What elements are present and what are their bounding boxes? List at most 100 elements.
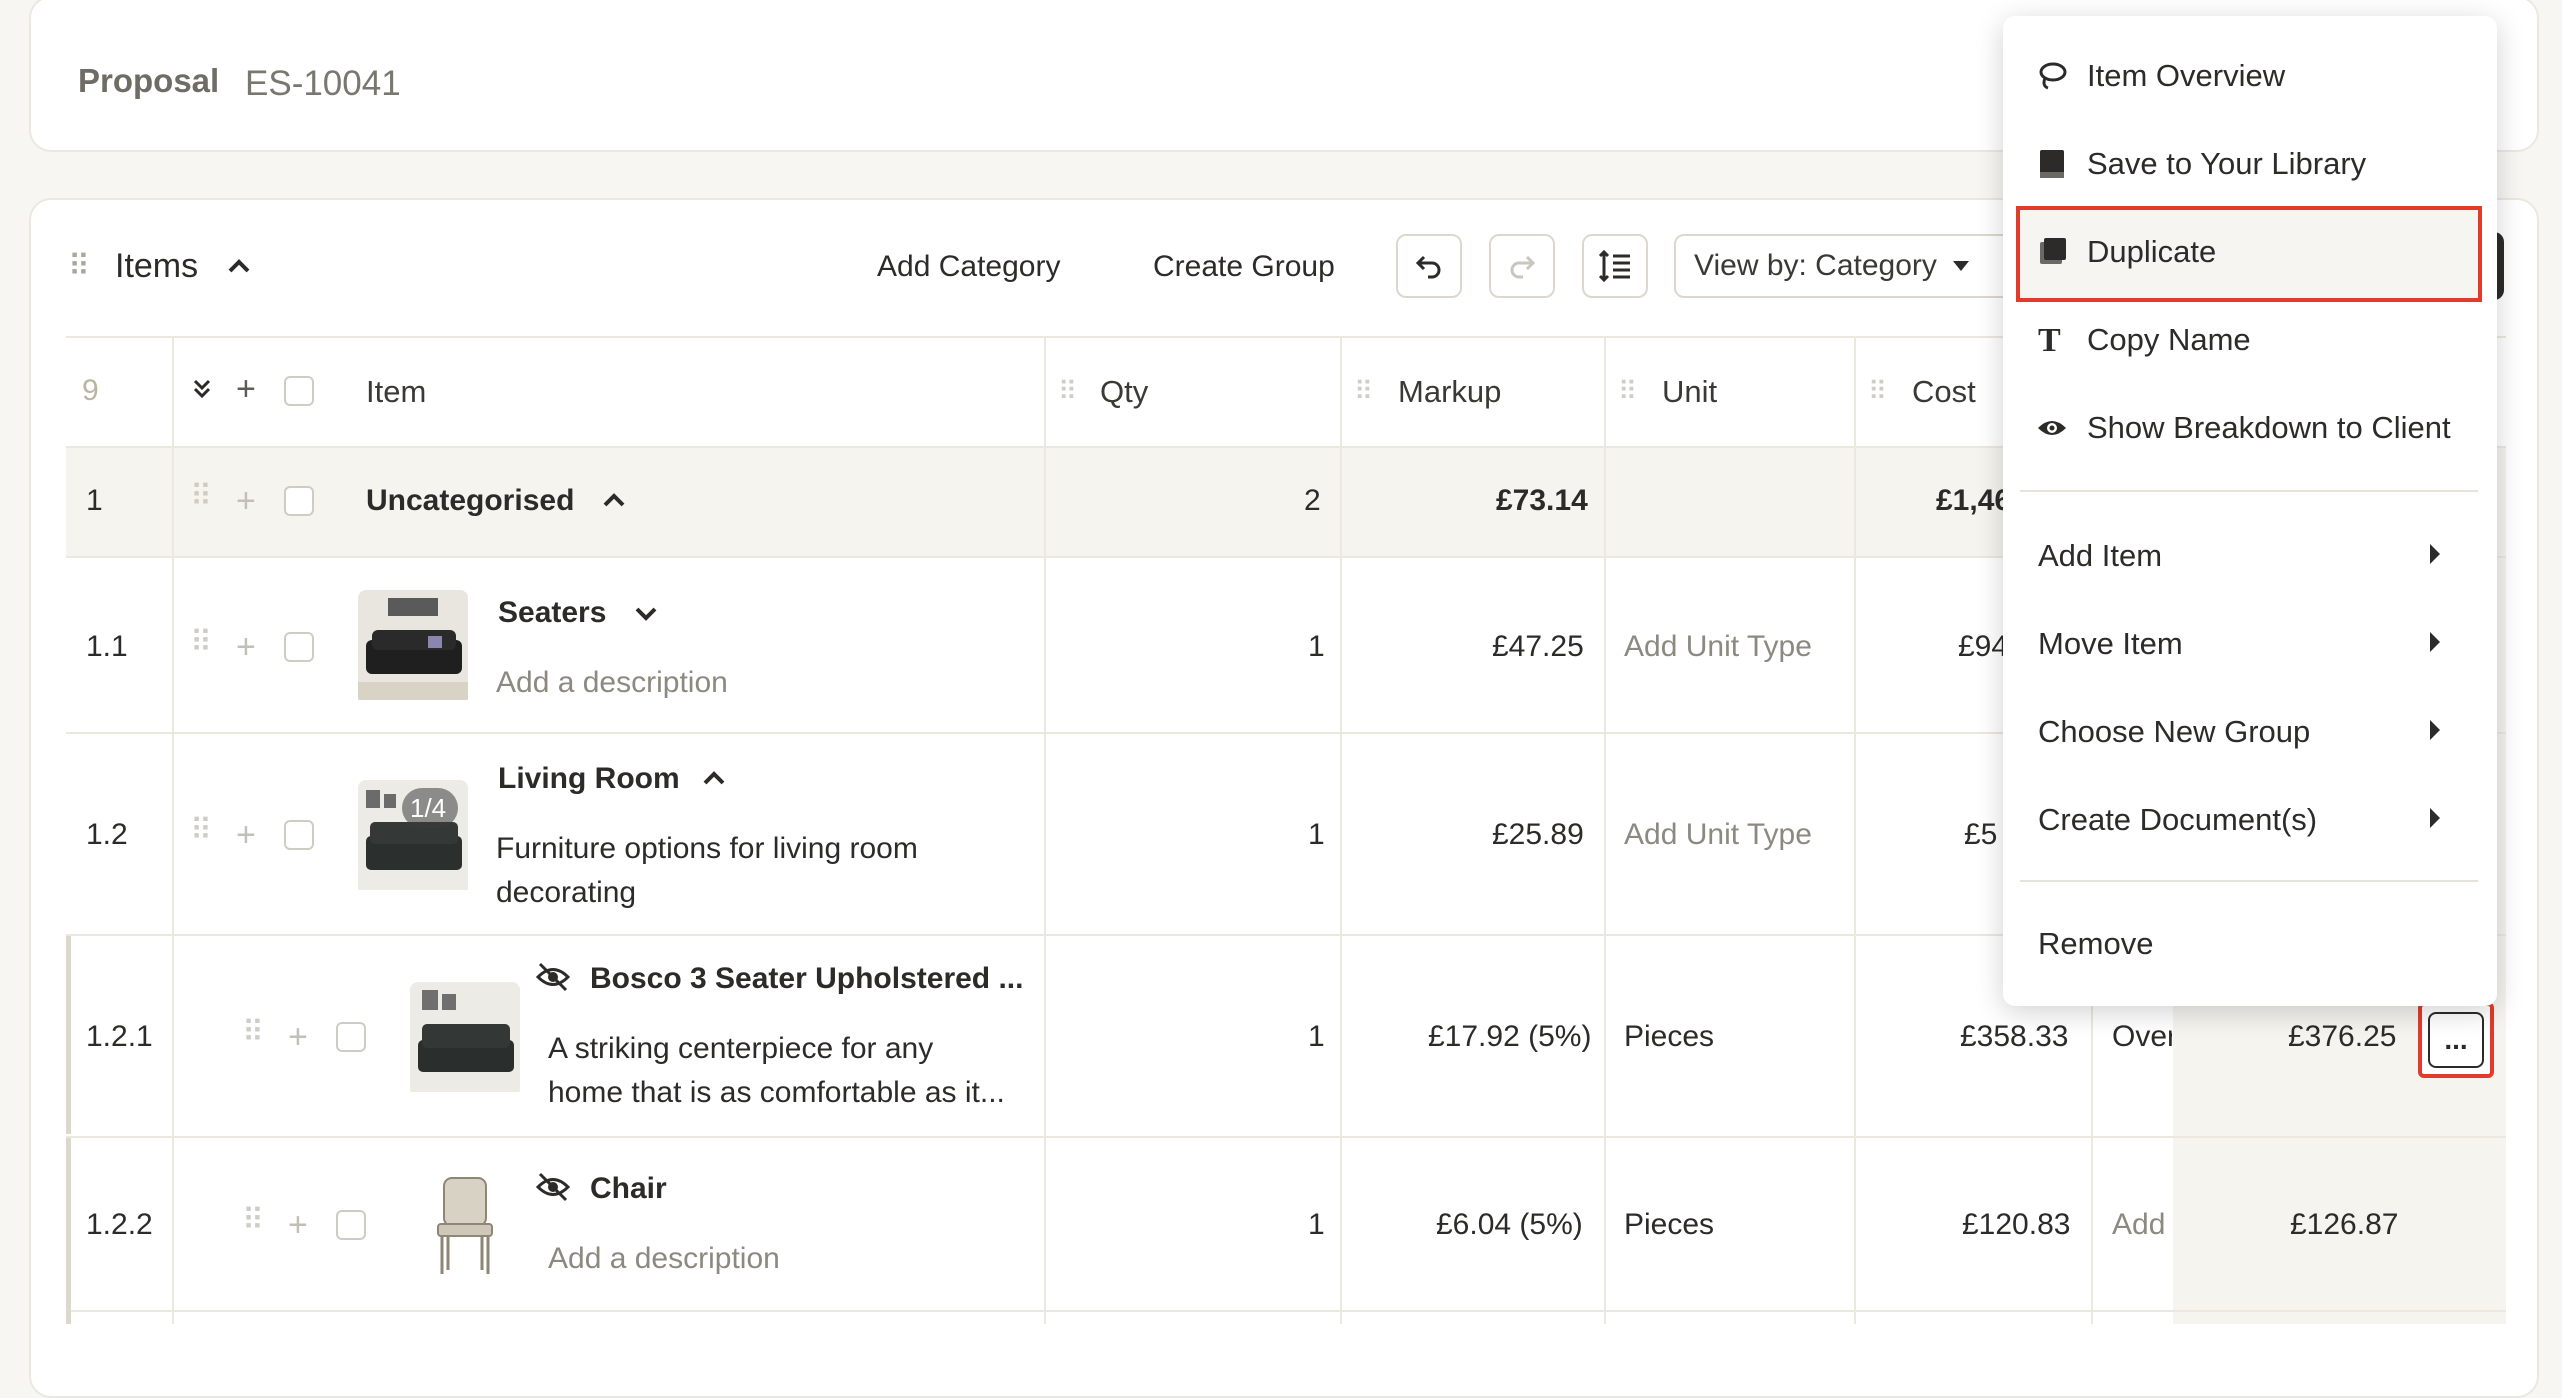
drag-handle-icon[interactable]: ⠿ [242, 1018, 264, 1048]
select-all-checkbox[interactable] [284, 376, 314, 406]
qty-cell[interactable]: 1 [1308, 630, 1325, 664]
create-group-button[interactable]: Create Group [1153, 250, 1335, 284]
column-header-unit[interactable]: Unit [1662, 374, 1717, 410]
menu-item-duplicate[interactable]: Duplicate [2087, 234, 2216, 270]
menu-item-overview[interactable]: Item Overview [2087, 58, 2285, 94]
column-header-qty[interactable]: Qty [1100, 374, 1148, 410]
truncated-cell: Over [2094, 1014, 2172, 1054]
eye-off-icon[interactable] [535, 1172, 571, 1207]
row-checkbox[interactable] [336, 1210, 366, 1240]
item-thumbnail[interactable] [410, 982, 520, 1097]
row-height-button[interactable] [1582, 234, 1648, 298]
items-title: Items [115, 247, 199, 285]
menu-item-move-item[interactable]: Move Item [2038, 626, 2183, 662]
chevron-up-icon[interactable] [700, 764, 728, 797]
markup-cell[interactable]: £73.14 [1496, 484, 1588, 518]
qty-cell[interactable]: 2 [1304, 484, 1321, 518]
view-by-value: View by: Category [1694, 249, 1937, 282]
add-row-icon[interactable]: + [236, 372, 256, 406]
column-header-cost[interactable]: Cost [1912, 374, 1976, 410]
library-icon [2038, 148, 2066, 188]
drag-handle-icon[interactable]: ⠿ [242, 1206, 264, 1236]
menu-item-save-library[interactable]: Save to Your Library [2087, 146, 2366, 182]
qty-cell[interactable]: 1 [1308, 1208, 1325, 1242]
item-description[interactable]: Add a description [496, 666, 728, 700]
text-icon: T [2038, 322, 2061, 359]
markup-cell[interactable]: £6.04 (5%) [1436, 1208, 1583, 1242]
column-drag-icon[interactable]: ⠿ [1618, 378, 1637, 404]
menu-item-create-documents[interactable]: Create Document(s) [2038, 802, 2317, 838]
add-row-icon[interactable]: + [288, 1208, 308, 1242]
cost-cell[interactable]: £1,46 [1936, 484, 2011, 518]
item-description[interactable]: Add a description [548, 1242, 780, 1276]
expand-all-icon[interactable] [190, 376, 214, 407]
group-accent-bar [66, 936, 71, 1134]
row-checkbox[interactable] [284, 632, 314, 662]
total-cell: £376.25 [2288, 1020, 2397, 1053]
more-options-icon: ... [2428, 1012, 2484, 1068]
column-drag-icon[interactable]: ⠿ [1058, 378, 1077, 404]
row-checkbox[interactable] [284, 820, 314, 850]
redo-button[interactable] [1489, 234, 1555, 298]
drag-handle-icon[interactable]: ⠿ [190, 816, 212, 846]
qty-cell[interactable]: 1 [1308, 818, 1325, 852]
item-description-line2[interactable]: home that is as comfortable as it... [548, 1076, 1005, 1110]
item-description[interactable]: Furniture options for living room [496, 832, 918, 866]
cost-cell[interactable]: £358.33 [1960, 1020, 2068, 1054]
row-number: 1.2 [86, 818, 128, 851]
column-drag-icon[interactable]: ⠿ [1868, 378, 1887, 404]
item-name[interactable]: Living Room [498, 762, 680, 796]
qty-cell[interactable]: 1 [1308, 1020, 1325, 1054]
menu-item-choose-group[interactable]: Choose New Group [2038, 714, 2310, 750]
drag-handle-icon[interactable]: ⠿ [68, 252, 90, 282]
column-header-item[interactable]: Item [366, 374, 426, 410]
markup-cell[interactable]: £47.25 [1492, 630, 1584, 664]
add-row-icon[interactable]: + [236, 484, 256, 518]
item-name[interactable]: Seaters [498, 596, 606, 630]
unit-cell[interactable]: Add Unit Type [1624, 630, 1812, 664]
undo-button[interactable] [1396, 234, 1462, 298]
item-description-line2[interactable]: decorating [496, 876, 636, 910]
menu-item-add-item[interactable]: Add Item [2038, 538, 2162, 574]
item-thumbnail[interactable] [430, 1174, 500, 1283]
item-name[interactable]: Chair [590, 1172, 667, 1206]
markup-cell[interactable]: £17.92 (5%) [1428, 1020, 1591, 1054]
chevron-up-icon[interactable] [600, 486, 628, 519]
add-row-icon[interactable]: + [236, 630, 256, 664]
chevron-down-icon[interactable] [632, 600, 660, 633]
row-checkbox[interactable] [284, 486, 314, 516]
menu-item-copy-name[interactable]: Copy Name [2087, 322, 2251, 358]
eye-icon [2036, 414, 2068, 448]
menu-item-remove[interactable]: Remove [2038, 926, 2153, 962]
markup-cell[interactable]: £25.89 [1492, 818, 1584, 852]
item-thumbnail[interactable] [358, 590, 468, 705]
add-category-button[interactable]: Add Category [877, 250, 1060, 284]
line-spacing-icon [1598, 249, 1630, 283]
truncated-cell-text: Add [2112, 1208, 2166, 1241]
menu-item-show-breakdown[interactable]: Show Breakdown to Client [2087, 410, 2451, 446]
submenu-arrow-icon [2430, 808, 2440, 828]
item-description[interactable]: A striking centerpiece for any [548, 1032, 933, 1066]
item-name[interactable]: Bosco 3 Seater Upholstered ... [590, 962, 1023, 996]
image-count-label: 1/4 [410, 793, 447, 823]
category-name[interactable]: Uncategorised [366, 484, 574, 518]
more-options-button[interactable]: ... [2418, 1002, 2494, 1078]
unit-cell[interactable]: Pieces [1624, 1020, 1714, 1054]
column-header-markup[interactable]: Markup [1398, 374, 1501, 410]
proposal-number[interactable]: ES-10041 [245, 64, 401, 104]
add-row-icon[interactable]: + [288, 1020, 308, 1054]
row-checkbox[interactable] [336, 1022, 366, 1052]
drag-handle-icon[interactable]: ⠿ [190, 628, 212, 658]
cost-cell[interactable]: £120.83 [1962, 1208, 2070, 1242]
column-drag-icon[interactable]: ⠿ [1354, 378, 1373, 404]
unit-cell[interactable]: Pieces [1624, 1208, 1714, 1242]
eye-off-icon[interactable] [535, 962, 571, 997]
cost-cell[interactable]: £5 [1964, 818, 1997, 852]
unit-cell[interactable]: Add Unit Type [1624, 818, 1812, 852]
submenu-arrow-icon [2430, 544, 2440, 564]
add-row-icon[interactable]: + [236, 818, 256, 852]
drag-handle-icon[interactable]: ⠿ [190, 482, 212, 512]
chevron-up-icon[interactable] [225, 252, 253, 287]
cost-cell[interactable]: £94 [1958, 630, 2008, 664]
view-by-select[interactable]: View by: Category [1674, 234, 2014, 298]
